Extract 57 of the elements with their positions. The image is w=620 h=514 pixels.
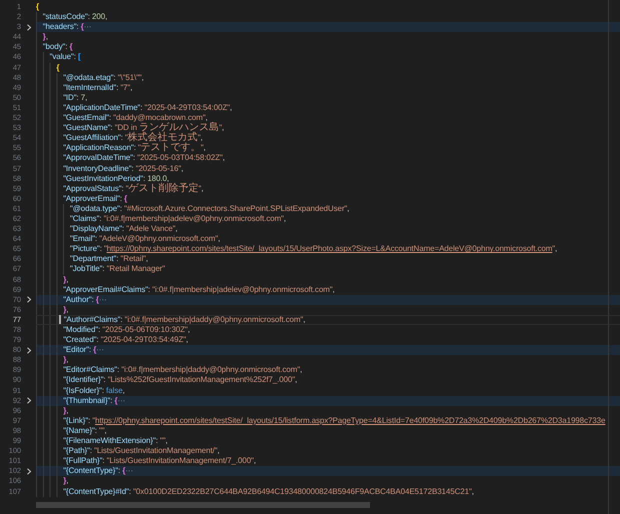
chevron-icon[interactable] (26, 397, 32, 404)
link[interactable]: https://0phny.sharepoint.com/sites/testSite/_layouts/15/UserPhoto.aspx?Size=L&AccountName=AdeleV@0phny.onmicrosoft.com (106, 244, 552, 254)
code-line: "ApproverEmail": { (63, 194, 128, 204)
code-line: "Author": {··· (63, 294, 107, 305)
code-line: }, (42, 32, 48, 42)
code-line: }, (63, 274, 68, 285)
code-line: "Picture": "https://0phny.sharepoint.com/sites/testSite/_layouts/15/UserPhoto.aspx?Size=L&AccountName=AdeleV@0phny.onmicrosoft.com", (70, 244, 558, 254)
code-line: "GuestInvitationPeriod": 180.0, (63, 174, 169, 183)
code-line: "{ContentType}": {··· (63, 466, 134, 476)
code-line: "headers": {··· (42, 22, 92, 32)
link[interactable]: https://0phny.sharepoint.com/sites/testSite/_layouts/15/listform.aspx?PageType=4&ListId=7e40f09b%2D72a3%2D409b%2Db267%2D3a1998c733e (95, 416, 606, 425)
code-line: "ApprovalDateTime": "2025-05-03T04:58:02Z", (63, 153, 225, 164)
code-line: "body": { (42, 42, 72, 52)
code-line: "ID": 7, (63, 92, 88, 103)
chevron-icon[interactable] (26, 296, 32, 304)
chevron-icon[interactable] (26, 24, 32, 31)
code-line: "Created": "2025-04-29T03:54:49Z", (63, 335, 188, 346)
code-line: "{ContentType}#Id": "0x0100D2ED2322B27C644BA92B6494C193480000824B5946F9ACBC4BA04E5172B3145C21", (63, 486, 474, 497)
code-line: "Department": "Retail", (70, 254, 148, 264)
code-line: "@odata.etag": "\"51\"", (63, 72, 144, 83)
code-line: "{Thumbnail}": {··· (63, 396, 126, 406)
code-line: "value": [ (50, 52, 81, 63)
text-cursor (59, 315, 61, 324)
code-line: "{FilenameWithExtension}": "", (63, 436, 168, 446)
code-line: }, (63, 406, 68, 416)
code-line: "Email": "AdeleV@0phny.onmicrosoft.com", (70, 234, 220, 244)
code-line: "statusCode": 200, (42, 12, 108, 22)
code-line: "GuestEmail": "daddy@mocabrown.com", (63, 113, 208, 122)
code-line: "@odata.type": "#Microsoft.Azure.Connectors.SharePoint.SPListExpandedUser", (70, 204, 350, 214)
code-line: "{FullPath}": "Lists/GuestInvitationManagement/7_.000", (63, 456, 256, 466)
code-line: { (56, 62, 60, 73)
code-line: }, (63, 304, 68, 315)
chevron-icon[interactable] (26, 468, 32, 475)
code-line: "{Name}": "", (63, 426, 107, 436)
code-line: }, (63, 355, 68, 366)
code-line: "{IsFolder}": false, (63, 386, 125, 396)
code-line: "ApplicationDateTime": "2025-04-29T03:54:00Z", (63, 102, 232, 114)
code-line: "ApplicationReason": "テストです。", (63, 143, 206, 154)
code-line: "Author#Claims": "i:0#.f|membership|daddy@0phny.onmicrosoft.com", (64, 314, 306, 325)
code-line: "Editor": {··· (63, 345, 104, 356)
code-line: "InventoryDeadline": "2025-05-16", (63, 164, 184, 174)
code-line: { (36, 2, 40, 12)
code-line: "{Identifier}": "Lists%252fGuestInvitationManagement%252f7_.000", (63, 375, 298, 386)
code-line: "Editor#Claims": "i:0#.f|membership|daddy@0phny.onmicrosoft.com", (63, 365, 302, 376)
horizontal-scrollbar[interactable] (36, 502, 370, 508)
code-line: "{Link}": "https://0phny.sharepoint.com/sites/testSite/_layouts/15/listform.aspx?PageType=4&ListId=7e40f09b%2D72a3%2D409b%2Db267%2D3a1998c733e (63, 416, 606, 426)
chevron-icon[interactable] (26, 346, 32, 354)
code-line: "Modified": "2025-05-06T09:10:30Z", (63, 325, 190, 336)
code-line: "ItemInternalId": "7", (63, 82, 132, 93)
code-line: "DisplayName": "Adele Vance", (70, 224, 178, 234)
code-line: "GuestAffiliation": "株式会社モカ式", (63, 133, 203, 144)
code-line: "ApprovalStatus": "ゲスト削除予定", (63, 184, 204, 194)
code-line: }, (63, 476, 68, 486)
code-line: "JobTitle": "Retail Manager" (70, 264, 165, 275)
code-line: "Claims": "i:0#.f|membership|adelev@0phny.onmicrosoft.com", (70, 214, 286, 224)
code-line: "ApproverEmail#Claims": "i:0#.f|membership|adelev@0phny.onmicrosoft.com", (63, 284, 335, 295)
code-line: "{Path}": "Lists/GuestInvitationManagement/", (63, 446, 220, 456)
